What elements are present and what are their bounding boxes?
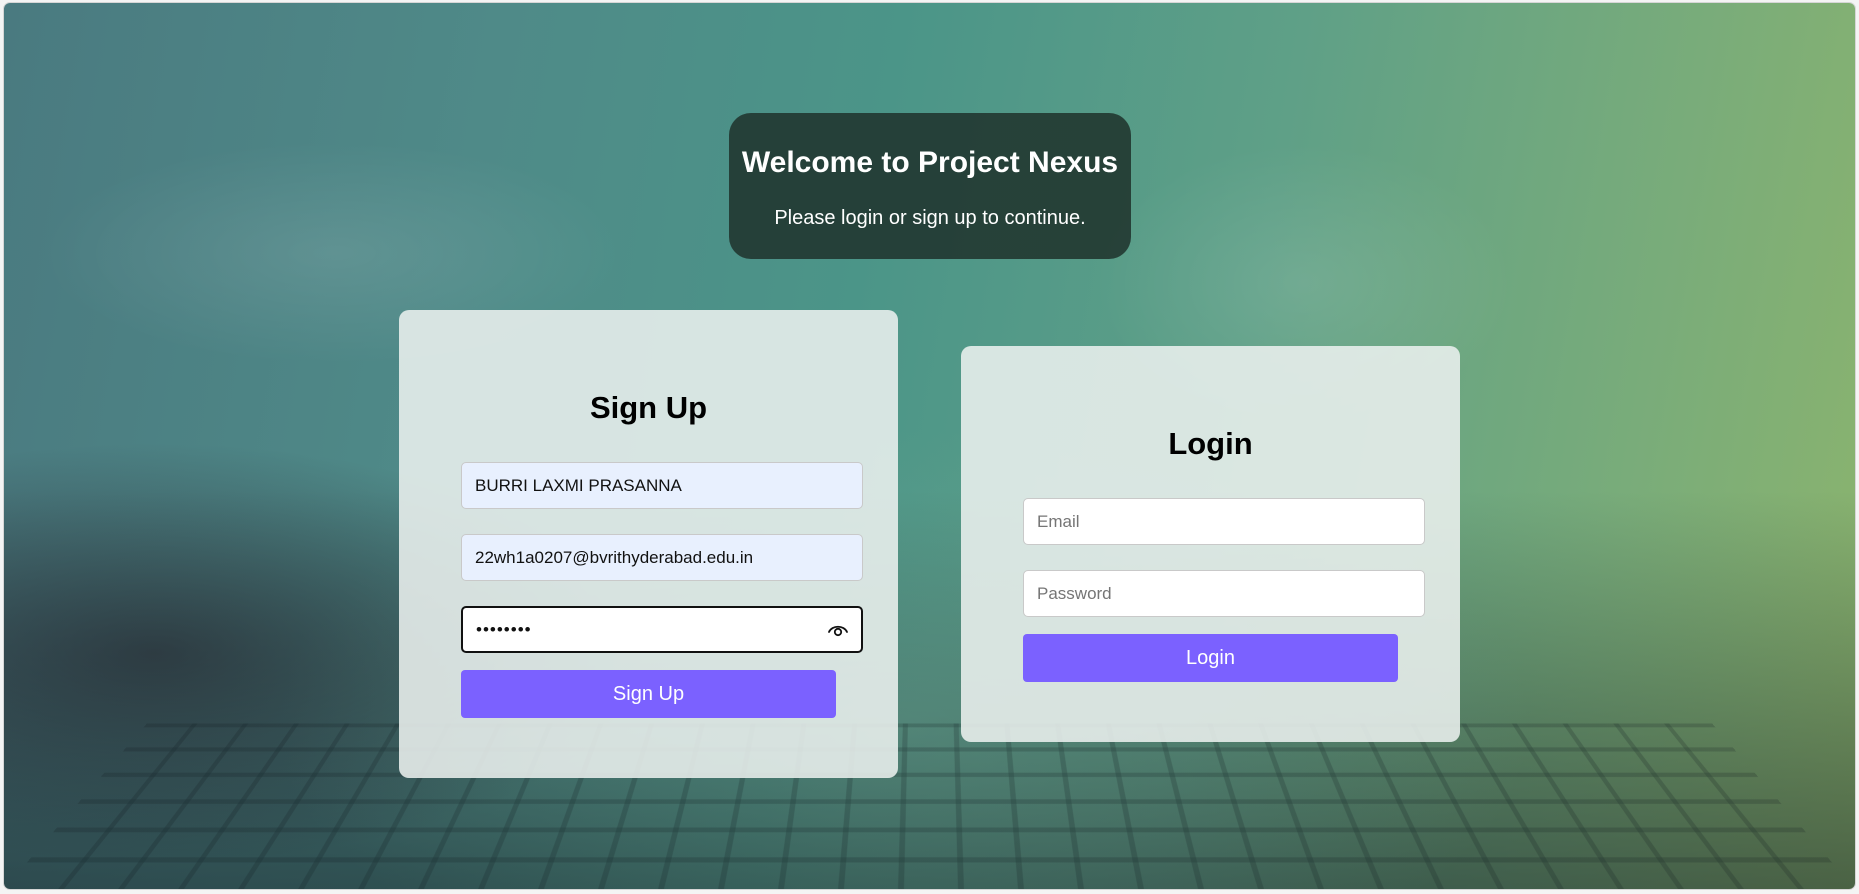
signup-password-input[interactable] [461,606,863,653]
page-background: Welcome to Project Nexus Please login or… [4,3,1855,889]
background-keyboard-image [4,723,1855,889]
signup-name-input[interactable] [461,462,863,509]
signup-card: Sign Up Sign Up [399,310,898,778]
login-heading: Login [1168,426,1253,461]
eye-icon[interactable] [827,619,849,641]
signup-button[interactable]: Sign Up [461,670,836,718]
welcome-subtitle: Please login or sign up to continue. [774,207,1086,229]
login-password-input[interactable] [1023,570,1425,617]
signup-email-input[interactable] [461,534,863,581]
login-email-input[interactable] [1023,498,1425,545]
signup-heading: Sign Up [589,390,708,425]
login-card: Login Login [961,346,1460,742]
login-button[interactable]: Login [1023,634,1398,682]
welcome-title: Welcome to Project Nexus [741,146,1119,179]
welcome-banner: Welcome to Project Nexus Please login or… [729,113,1131,259]
signup-password-wrapper [461,606,863,653]
